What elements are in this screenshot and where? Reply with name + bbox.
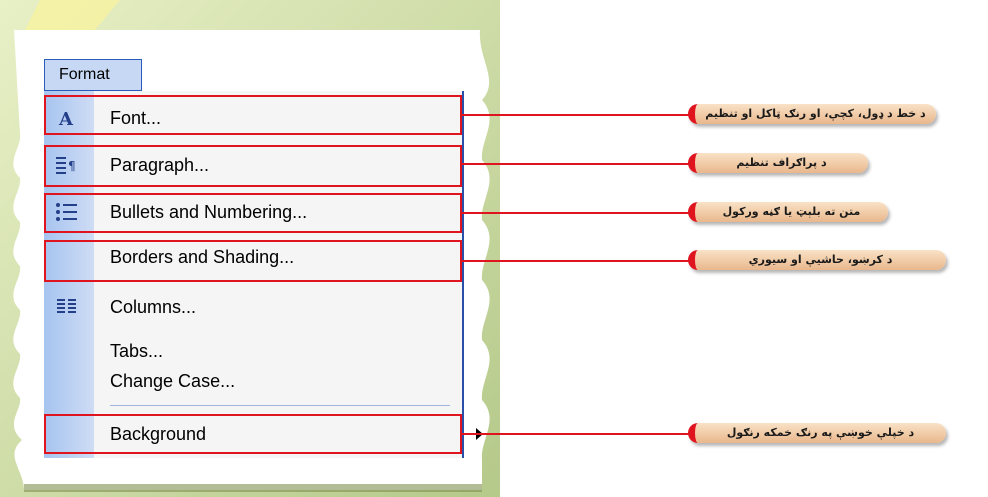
format-menu-label: Format — [59, 66, 110, 83]
highlight-bullets — [44, 193, 462, 233]
menu-item-tabs[interactable]: Tabs... — [44, 336, 462, 366]
menu-item-columns-label: Columns... — [110, 297, 197, 317]
callout-borders: د کرښو، حاشیې او سیوري — [688, 250, 946, 270]
menu-separator — [110, 405, 450, 406]
menu-item-change-case-label: Change Case... — [110, 371, 236, 391]
callout-paragraph: د پراګراف تنظیم — [688, 153, 868, 173]
leader-line-background — [462, 433, 694, 435]
highlight-background — [44, 414, 462, 454]
leader-line-font — [462, 114, 694, 116]
highlight-borders — [44, 240, 462, 282]
leader-line-bullets — [462, 212, 694, 214]
columns-icon — [54, 295, 80, 319]
callout-background: د خپلې خوښې په رنګ خمکه رنګول — [688, 423, 946, 443]
leader-line-borders — [462, 260, 694, 262]
menu-item-tabs-label: Tabs... — [110, 341, 164, 361]
format-menu-title[interactable]: Format — [44, 59, 142, 91]
callout-bullets: متن ته بلېټ یا ګڼه ورکول — [688, 202, 888, 222]
highlight-paragraph — [44, 145, 462, 187]
menu-item-columns[interactable]: Columns... — [44, 287, 462, 327]
menu-item-change-case[interactable]: Change Case... — [44, 366, 462, 396]
callout-font: د خط د ډول، کچې، او رنګ ټاکل او تنظیم — [688, 104, 936, 124]
leader-line-paragraph — [462, 163, 694, 165]
highlight-font — [44, 95, 462, 135]
